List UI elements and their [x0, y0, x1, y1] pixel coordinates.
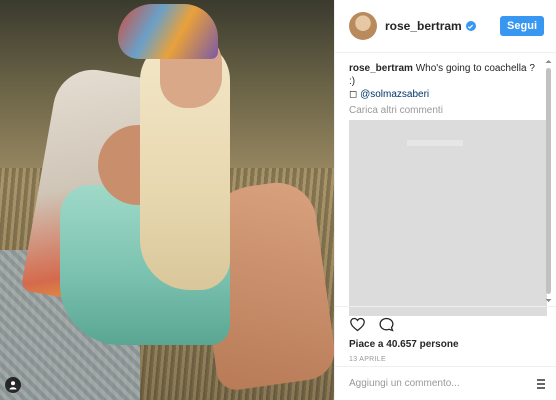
- caption-username[interactable]: rose_bertram: [349, 63, 413, 74]
- scroll-down-arrow-icon[interactable]: [545, 297, 552, 304]
- post-date: 13 APRILE: [349, 356, 386, 363]
- user-tag-icon[interactable]: [5, 377, 21, 393]
- heart-icon[interactable]: [349, 316, 366, 333]
- avatar[interactable]: [349, 12, 377, 40]
- action-icons: [349, 313, 543, 335]
- comment-bubble-icon[interactable]: [378, 316, 395, 333]
- more-options-icon[interactable]: [537, 378, 547, 389]
- add-comment-bar: [335, 366, 556, 400]
- post-actions: Piace a 40.657 persone 13 APRILE: [335, 306, 556, 363]
- photo-scarf: [118, 4, 218, 59]
- post-caption: rose_bertram Who's going to coachella ? …: [349, 62, 543, 101]
- caption-symbol: ◻: [349, 89, 358, 100]
- likes-count[interactable]: Piace a 40.657 persone: [349, 339, 543, 350]
- caption-mention-link[interactable]: @solmazsaberi: [360, 89, 429, 100]
- media-faint-bar: [407, 140, 463, 146]
- post-photo[interactable]: [0, 0, 334, 400]
- comment-input[interactable]: [349, 378, 531, 389]
- follow-button[interactable]: Segui: [500, 16, 544, 36]
- verified-badge-icon: [465, 21, 476, 31]
- comments-area: rose_bertram Who's going to coachella ? …: [335, 54, 556, 316]
- comment-media-placeholder: [349, 120, 547, 316]
- post-header: rose_bertram Segui: [335, 0, 556, 53]
- comments-scrollbar[interactable]: [545, 58, 552, 304]
- scrollbar-thumb[interactable]: [546, 68, 551, 294]
- load-more-comments-link[interactable]: Carica altri commenti: [349, 105, 543, 116]
- scroll-up-arrow-icon[interactable]: [545, 58, 552, 65]
- post-username[interactable]: rose_bertram: [385, 19, 462, 33]
- post-sidebar: rose_bertram Segui rose_bertram Who's go…: [334, 0, 556, 400]
